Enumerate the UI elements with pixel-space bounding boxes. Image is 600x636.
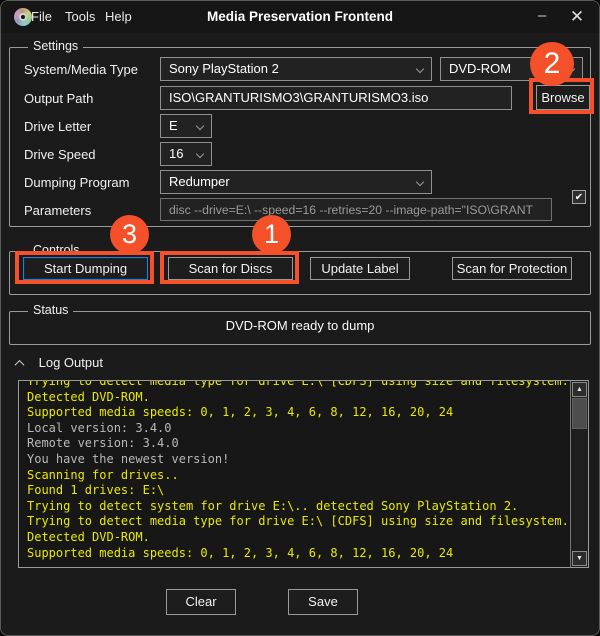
system-media-type-label: System/Media Type bbox=[24, 62, 138, 77]
log-line: Detected DVD-ROM. bbox=[27, 529, 150, 544]
annotation-badge-1: 1 bbox=[252, 215, 291, 254]
drive-speed-value: 16 bbox=[169, 146, 184, 161]
log-line: Local version: 3.4.0 bbox=[27, 420, 172, 435]
drive-speed-select[interactable]: 16 bbox=[160, 142, 212, 166]
scrollbar-thumb[interactable] bbox=[572, 398, 587, 429]
parameters-label: Parameters bbox=[24, 203, 92, 218]
app-window: File Tools Help Media Preservation Front… bbox=[0, 0, 600, 636]
status-group: Status DVD-ROM ready to dump bbox=[9, 303, 591, 345]
scroll-down-button[interactable]: ▼ bbox=[572, 551, 587, 566]
window-title: Media Preservation Frontend bbox=[206, 9, 394, 24]
minimize-button[interactable]: – bbox=[525, 1, 559, 33]
annotation-rect-start-dumping bbox=[15, 251, 154, 284]
log-output-header-label: Log Output bbox=[38, 355, 103, 370]
log-line: Trying to detect media type for drive E:… bbox=[27, 380, 577, 388]
chevron-down-icon bbox=[195, 121, 205, 131]
log-lines: Trying to detect media type for drive E:… bbox=[27, 380, 577, 561]
log-output-expander[interactable]: Log Output bbox=[11, 353, 103, 373]
log-line: Remote version: 3.4.0 bbox=[27, 436, 179, 451]
settings-group: Settings System/Media Type Sony PlayStat… bbox=[9, 39, 591, 227]
log-line: You have the newest version! bbox=[27, 451, 230, 466]
chevron-down-icon bbox=[415, 64, 425, 74]
update-label-button[interactable]: Update Label bbox=[310, 257, 410, 280]
drive-letter-value: E bbox=[169, 118, 178, 133]
dumping-program-label: Dumping Program bbox=[24, 175, 130, 190]
scan-for-protection-button[interactable]: Scan for Protection bbox=[452, 257, 572, 280]
drive-letter-label: Drive Letter bbox=[24, 119, 92, 134]
settings-legend: Settings bbox=[28, 39, 84, 53]
dumping-program-select[interactable]: Redumper bbox=[160, 170, 432, 194]
parameters-input[interactable]: disc --drive=E:\ --speed=16 --retries=20… bbox=[160, 198, 552, 221]
chevron-up-icon bbox=[14, 359, 25, 370]
chevron-down-icon bbox=[195, 149, 205, 159]
drive-letter-select[interactable]: E bbox=[160, 114, 212, 138]
log-line: Found 1 drives: E:\ bbox=[27, 483, 165, 498]
log-line: Trying to detect media type for drive E:… bbox=[27, 514, 577, 529]
scroll-up-button[interactable]: ▲ bbox=[572, 382, 587, 397]
dumping-program-value: Redumper bbox=[169, 174, 230, 189]
output-path-input[interactable]: ISO\GRANTURISMO3\GRANTURISMO3.iso bbox=[160, 86, 512, 110]
output-path-label: Output Path bbox=[24, 91, 94, 106]
status-legend: Status bbox=[28, 303, 74, 317]
annotation-rect-scan-for-discs bbox=[160, 251, 299, 284]
log-line: Trying to detect system for drive E:\.. … bbox=[27, 498, 519, 513]
drive-speed-label: Drive Speed bbox=[24, 147, 96, 162]
media-type-value: DVD-ROM bbox=[449, 61, 512, 76]
parameters-checkbox[interactable]: ✔ bbox=[572, 190, 586, 204]
annotation-badge-3: 3 bbox=[110, 215, 149, 254]
chevron-down-icon bbox=[415, 177, 425, 187]
log-line: Scanning for drives.. bbox=[27, 467, 179, 482]
title-bar: File Tools Help Media Preservation Front… bbox=[1, 1, 599, 33]
close-button[interactable]: ✕ bbox=[559, 1, 595, 33]
log-scrollbar[interactable]: ▲ ▼ bbox=[570, 381, 588, 567]
system-media-type-value: Sony PlayStation 2 bbox=[169, 61, 279, 76]
log-line: Supported media speeds: 0, 1, 2, 3, 4, 6… bbox=[27, 545, 454, 560]
log-output-area[interactable]: Trying to detect media type for drive E:… bbox=[18, 380, 589, 568]
save-button[interactable]: Save bbox=[288, 589, 358, 615]
log-line: Detected DVD-ROM. bbox=[27, 389, 150, 404]
annotation-badge-2: 2 bbox=[530, 42, 574, 86]
system-media-type-select[interactable]: Sony PlayStation 2 bbox=[160, 57, 432, 81]
log-line: Supported media speeds: 0, 1, 2, 3, 4, 6… bbox=[27, 405, 454, 420]
clear-button[interactable]: Clear bbox=[166, 589, 236, 615]
status-message: DVD-ROM ready to dump bbox=[225, 318, 375, 333]
